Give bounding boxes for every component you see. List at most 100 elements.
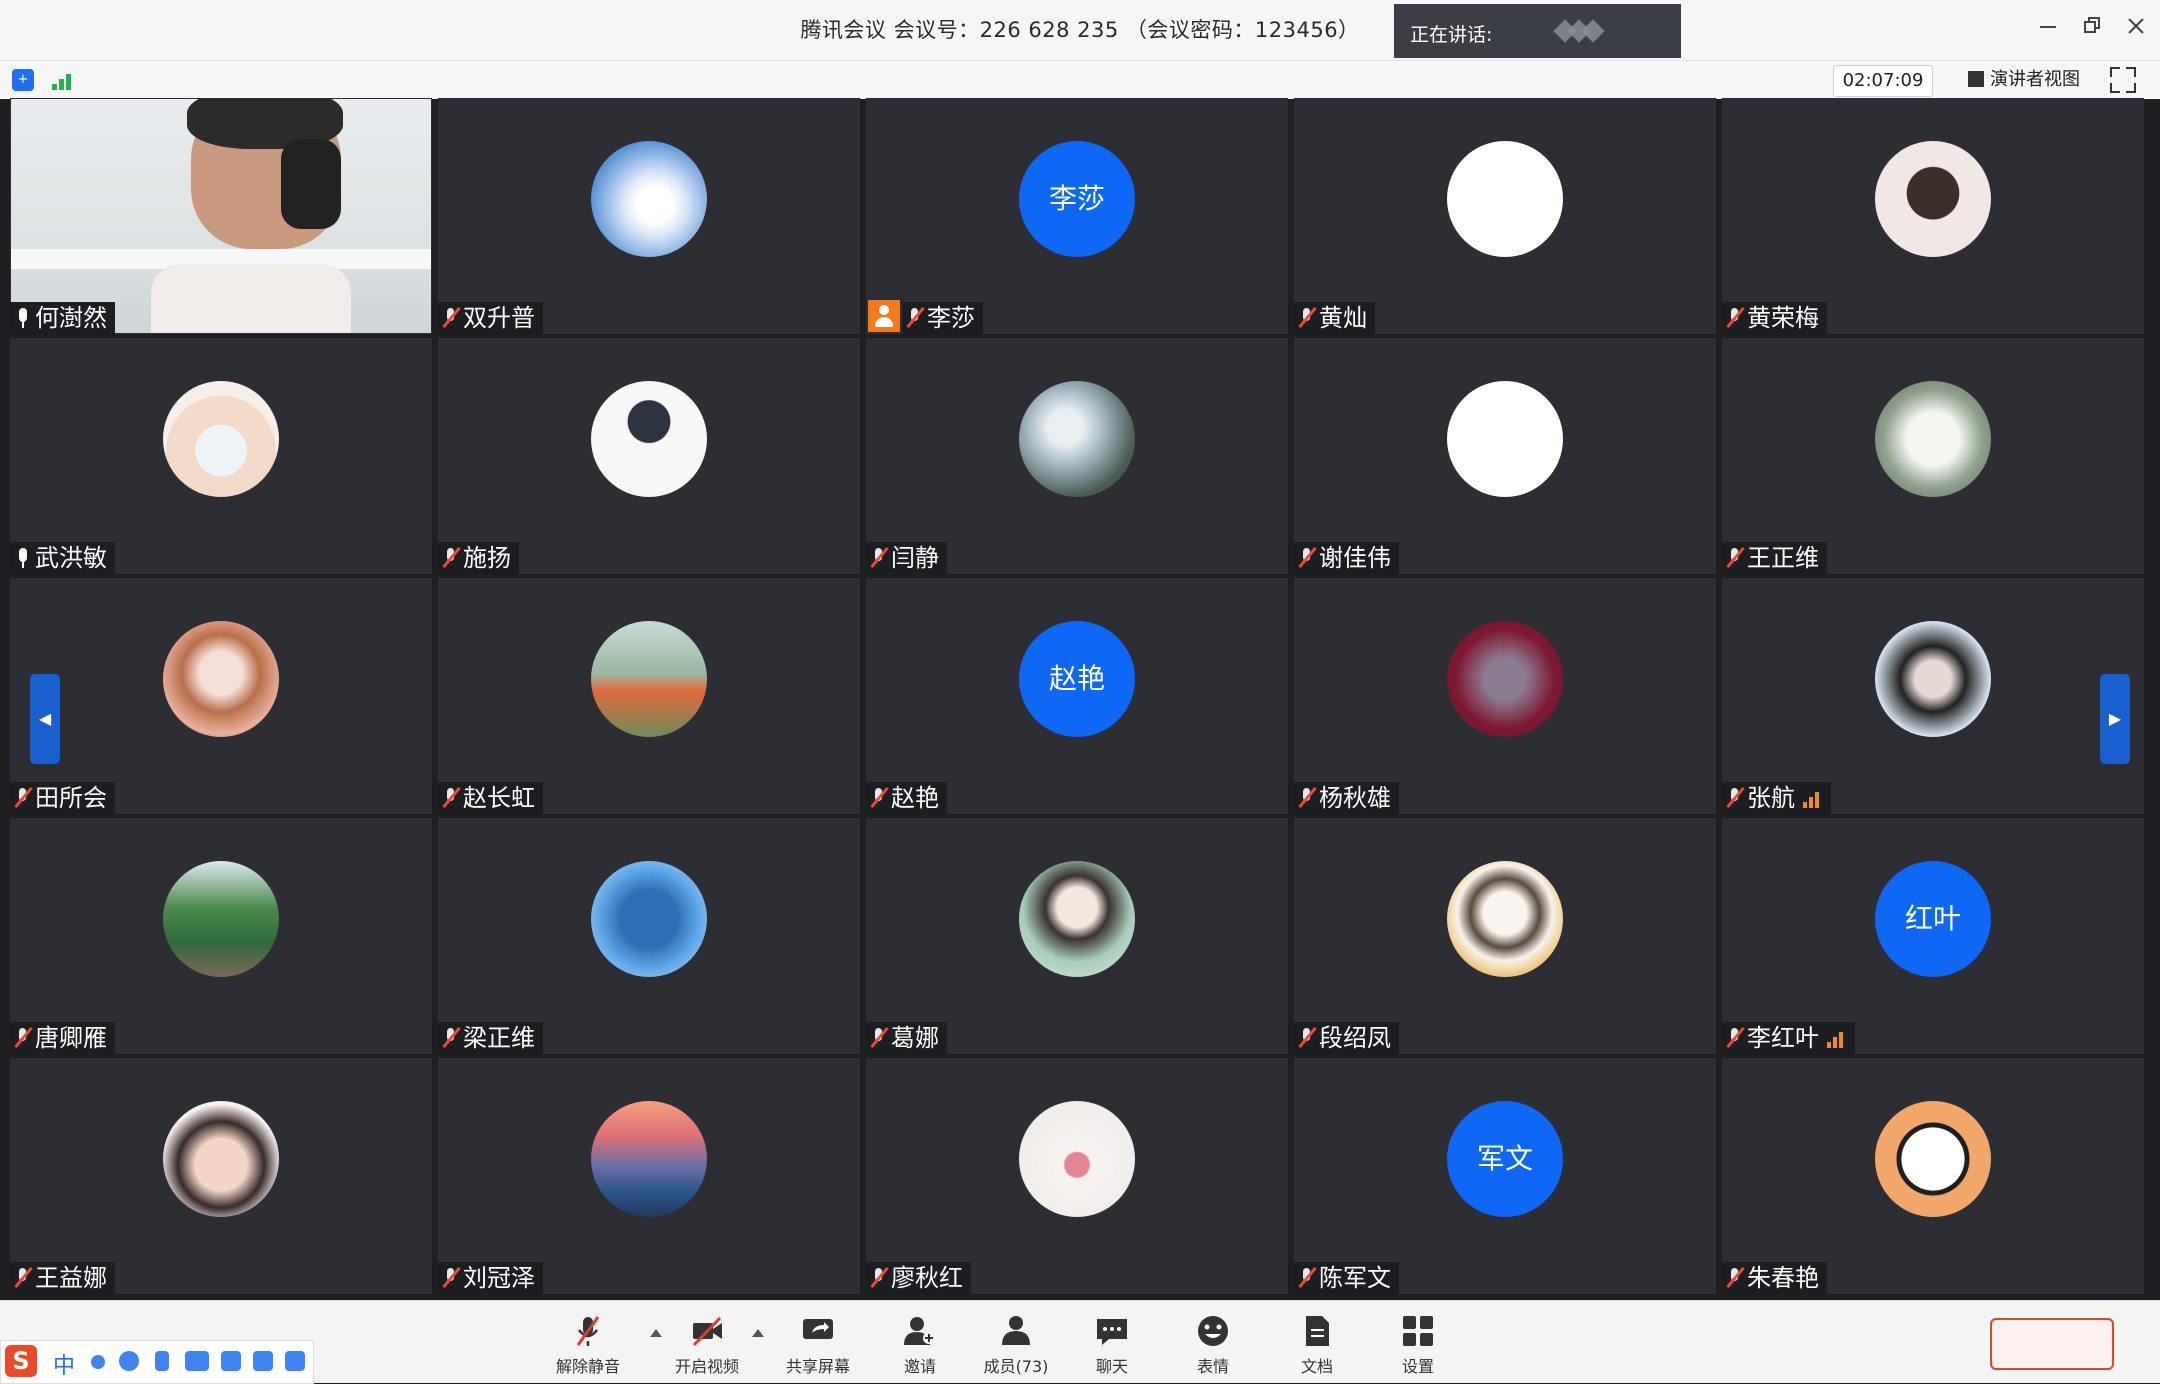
speaking-indicator: 正在讲话: <box>1394 4 1681 58</box>
invite-button[interactable]: 邀请 <box>870 1313 970 1377</box>
weak-signal-icon <box>1803 790 1823 808</box>
participant-tile[interactable]: 谢佳伟 <box>1294 338 1716 574</box>
speaker-view-label: 演讲者视图 <box>1990 69 2080 90</box>
sogou-logo-icon[interactable]: S <box>5 1345 37 1377</box>
participant-name: 朱春艳 <box>1747 1264 1819 1292</box>
participant-avatar <box>163 621 279 737</box>
participant-name: 王正维 <box>1747 544 1819 572</box>
participant-tile[interactable]: 王益娜 <box>10 1058 432 1294</box>
participant-name-tag: 闫静 <box>866 542 947 574</box>
participant-tile[interactable]: 王正维 <box>1722 338 2144 574</box>
participant-tile[interactable]: 何澍然 <box>10 98 432 334</box>
participant-avatar <box>1447 621 1563 737</box>
participant-avatar <box>1019 861 1135 977</box>
participant-tile[interactable]: 唐卿雁 <box>10 818 432 1054</box>
emoji-icon <box>1198 1316 1228 1346</box>
participant-tile[interactable]: 施扬 <box>438 338 860 574</box>
mic-muted-icon <box>1726 307 1744 329</box>
participant-tile[interactable]: 段绍凤 <box>1294 818 1716 1054</box>
mic-muted-icon <box>442 547 460 569</box>
chat-button[interactable]: 聊天 <box>1062 1313 1162 1377</box>
network-signal-icon[interactable] <box>52 70 76 90</box>
participant-name: 闫静 <box>891 544 939 572</box>
participant-avatar: 赵艳 <box>1019 621 1135 737</box>
chat-label: 聊天 <box>1095 1357 1128 1376</box>
mic-muted-icon <box>870 547 888 569</box>
members-button[interactable]: 成员(73) <box>966 1313 1066 1377</box>
voice-ime-icon[interactable] <box>155 1351 169 1371</box>
docs-button[interactable]: 文档 <box>1267 1313 1367 1377</box>
skin-icon[interactable] <box>253 1351 273 1371</box>
next-page-button[interactable]: ▶ <box>2100 674 2130 764</box>
participant-tile[interactable]: 朱春艳 <box>1722 1058 2144 1294</box>
participant-name: 李红叶 <box>1747 1024 1819 1052</box>
participant-tile[interactable]: 葛娜 <box>866 818 1288 1054</box>
emoji-ime-icon[interactable] <box>119 1351 139 1371</box>
mic-muted-icon <box>1726 787 1744 809</box>
participant-tile[interactable]: 梁正维 <box>438 818 860 1054</box>
participant-name: 赵艳 <box>891 784 939 812</box>
participant-tile[interactable]: 廖秋红 <box>866 1058 1288 1294</box>
restore-button[interactable] <box>2078 16 2106 44</box>
participant-tile[interactable]: 红叶 李红叶 <box>1722 818 2144 1054</box>
security-shield-icon[interactable]: + <box>12 69 34 91</box>
weak-signal-icon <box>1827 1030 1847 1048</box>
prev-page-button[interactable]: ◀ <box>30 674 60 764</box>
participant-tile[interactable]: 黄灿 <box>1294 98 1716 334</box>
participant-name: 武洪敏 <box>35 544 107 572</box>
participant-name: 施扬 <box>463 544 511 572</box>
participant-name-tag: 杨秋雄 <box>1294 782 1399 814</box>
participant-name-tag: 武洪敏 <box>10 542 115 574</box>
participant-tile[interactable]: 杨秋雄 <box>1294 578 1716 814</box>
participant-tile[interactable]: 双升普 <box>438 98 860 334</box>
participant-name: 段绍凤 <box>1319 1024 1391 1052</box>
settings-button[interactable]: 设置 <box>1368 1313 1468 1377</box>
participant-tile[interactable]: 闫静 <box>866 338 1288 574</box>
meeting-timer: 02:07:09 <box>1833 65 1933 97</box>
participant-tile[interactable]: 赵艳 赵艳 <box>866 578 1288 814</box>
participant-avatar <box>163 1101 279 1217</box>
docs-label: 文档 <box>1300 1357 1333 1376</box>
participant-avatar <box>1019 1101 1135 1217</box>
participant-avatar <box>1447 861 1563 977</box>
mic-muted-icon <box>442 1267 460 1289</box>
toolbox-icon[interactable] <box>285 1351 305 1371</box>
participant-name: 赵长虹 <box>463 784 535 812</box>
participant-tile[interactable]: 武洪敏 <box>10 338 432 574</box>
close-button[interactable] <box>2122 16 2150 44</box>
participant-avatar <box>591 861 707 977</box>
participant-name: 黄荣梅 <box>1747 304 1819 332</box>
speaker-view-button[interactable]: 演讲者视图 <box>1958 65 2090 95</box>
share-screen-icon <box>803 1319 833 1339</box>
punctuation-icon[interactable] <box>91 1355 105 1369</box>
mic-muted-icon <box>442 1027 460 1049</box>
unmute-button[interactable]: 解除静音 <box>538 1313 638 1377</box>
participant-tile[interactable]: 田所会 <box>10 578 432 814</box>
reactions-button[interactable]: 表情 <box>1163 1313 1263 1377</box>
participant-tile[interactable]: 赵长虹 <box>438 578 860 814</box>
participant-avatar: 李莎 <box>1019 141 1135 257</box>
video-grid: 何澍然 双升普 李莎 李莎 黄灿 黄荣梅 武洪敏 施扬 闫静 谢佳伟 王正维 田所会 赵长虹 赵艳 赵艳 杨秋… <box>10 98 2148 1298</box>
participant-tile[interactable]: 刘冠泽 <box>438 1058 860 1294</box>
participant-tile[interactable]: 军文 陈军文 <box>1294 1058 1716 1294</box>
share-screen-button[interactable]: 共享屏幕 <box>768 1313 868 1377</box>
participant-avatar: 军文 <box>1447 1101 1563 1217</box>
mic-on-icon <box>14 307 32 329</box>
ime-mode[interactable]: 中 <box>53 1348 75 1380</box>
minimize-button[interactable] <box>2034 16 2062 44</box>
participant-name-tag: 段绍凤 <box>1294 1022 1399 1054</box>
participant-tile[interactable]: 张航 <box>1722 578 2144 814</box>
participant-tile[interactable]: 李莎 李莎 <box>866 98 1288 334</box>
mic-muted-icon <box>14 1267 32 1289</box>
user-ime-icon[interactable] <box>221 1351 241 1371</box>
participant-name-tag: 何澍然 <box>10 302 115 334</box>
video-options-caret[interactable] <box>752 1329 764 1337</box>
participant-tile[interactable]: 黄荣梅 <box>1722 98 2144 334</box>
start-video-button[interactable]: 开启视频 <box>657 1313 757 1377</box>
participant-name-tag: 唐卿雁 <box>10 1022 115 1054</box>
fullscreen-icon[interactable] <box>2110 67 2136 93</box>
participant-video <box>11 99 431 333</box>
speaker-name-blurred <box>1553 19 1610 43</box>
mic-muted-icon <box>1726 1267 1744 1289</box>
keyboard-icon[interactable] <box>185 1351 209 1371</box>
